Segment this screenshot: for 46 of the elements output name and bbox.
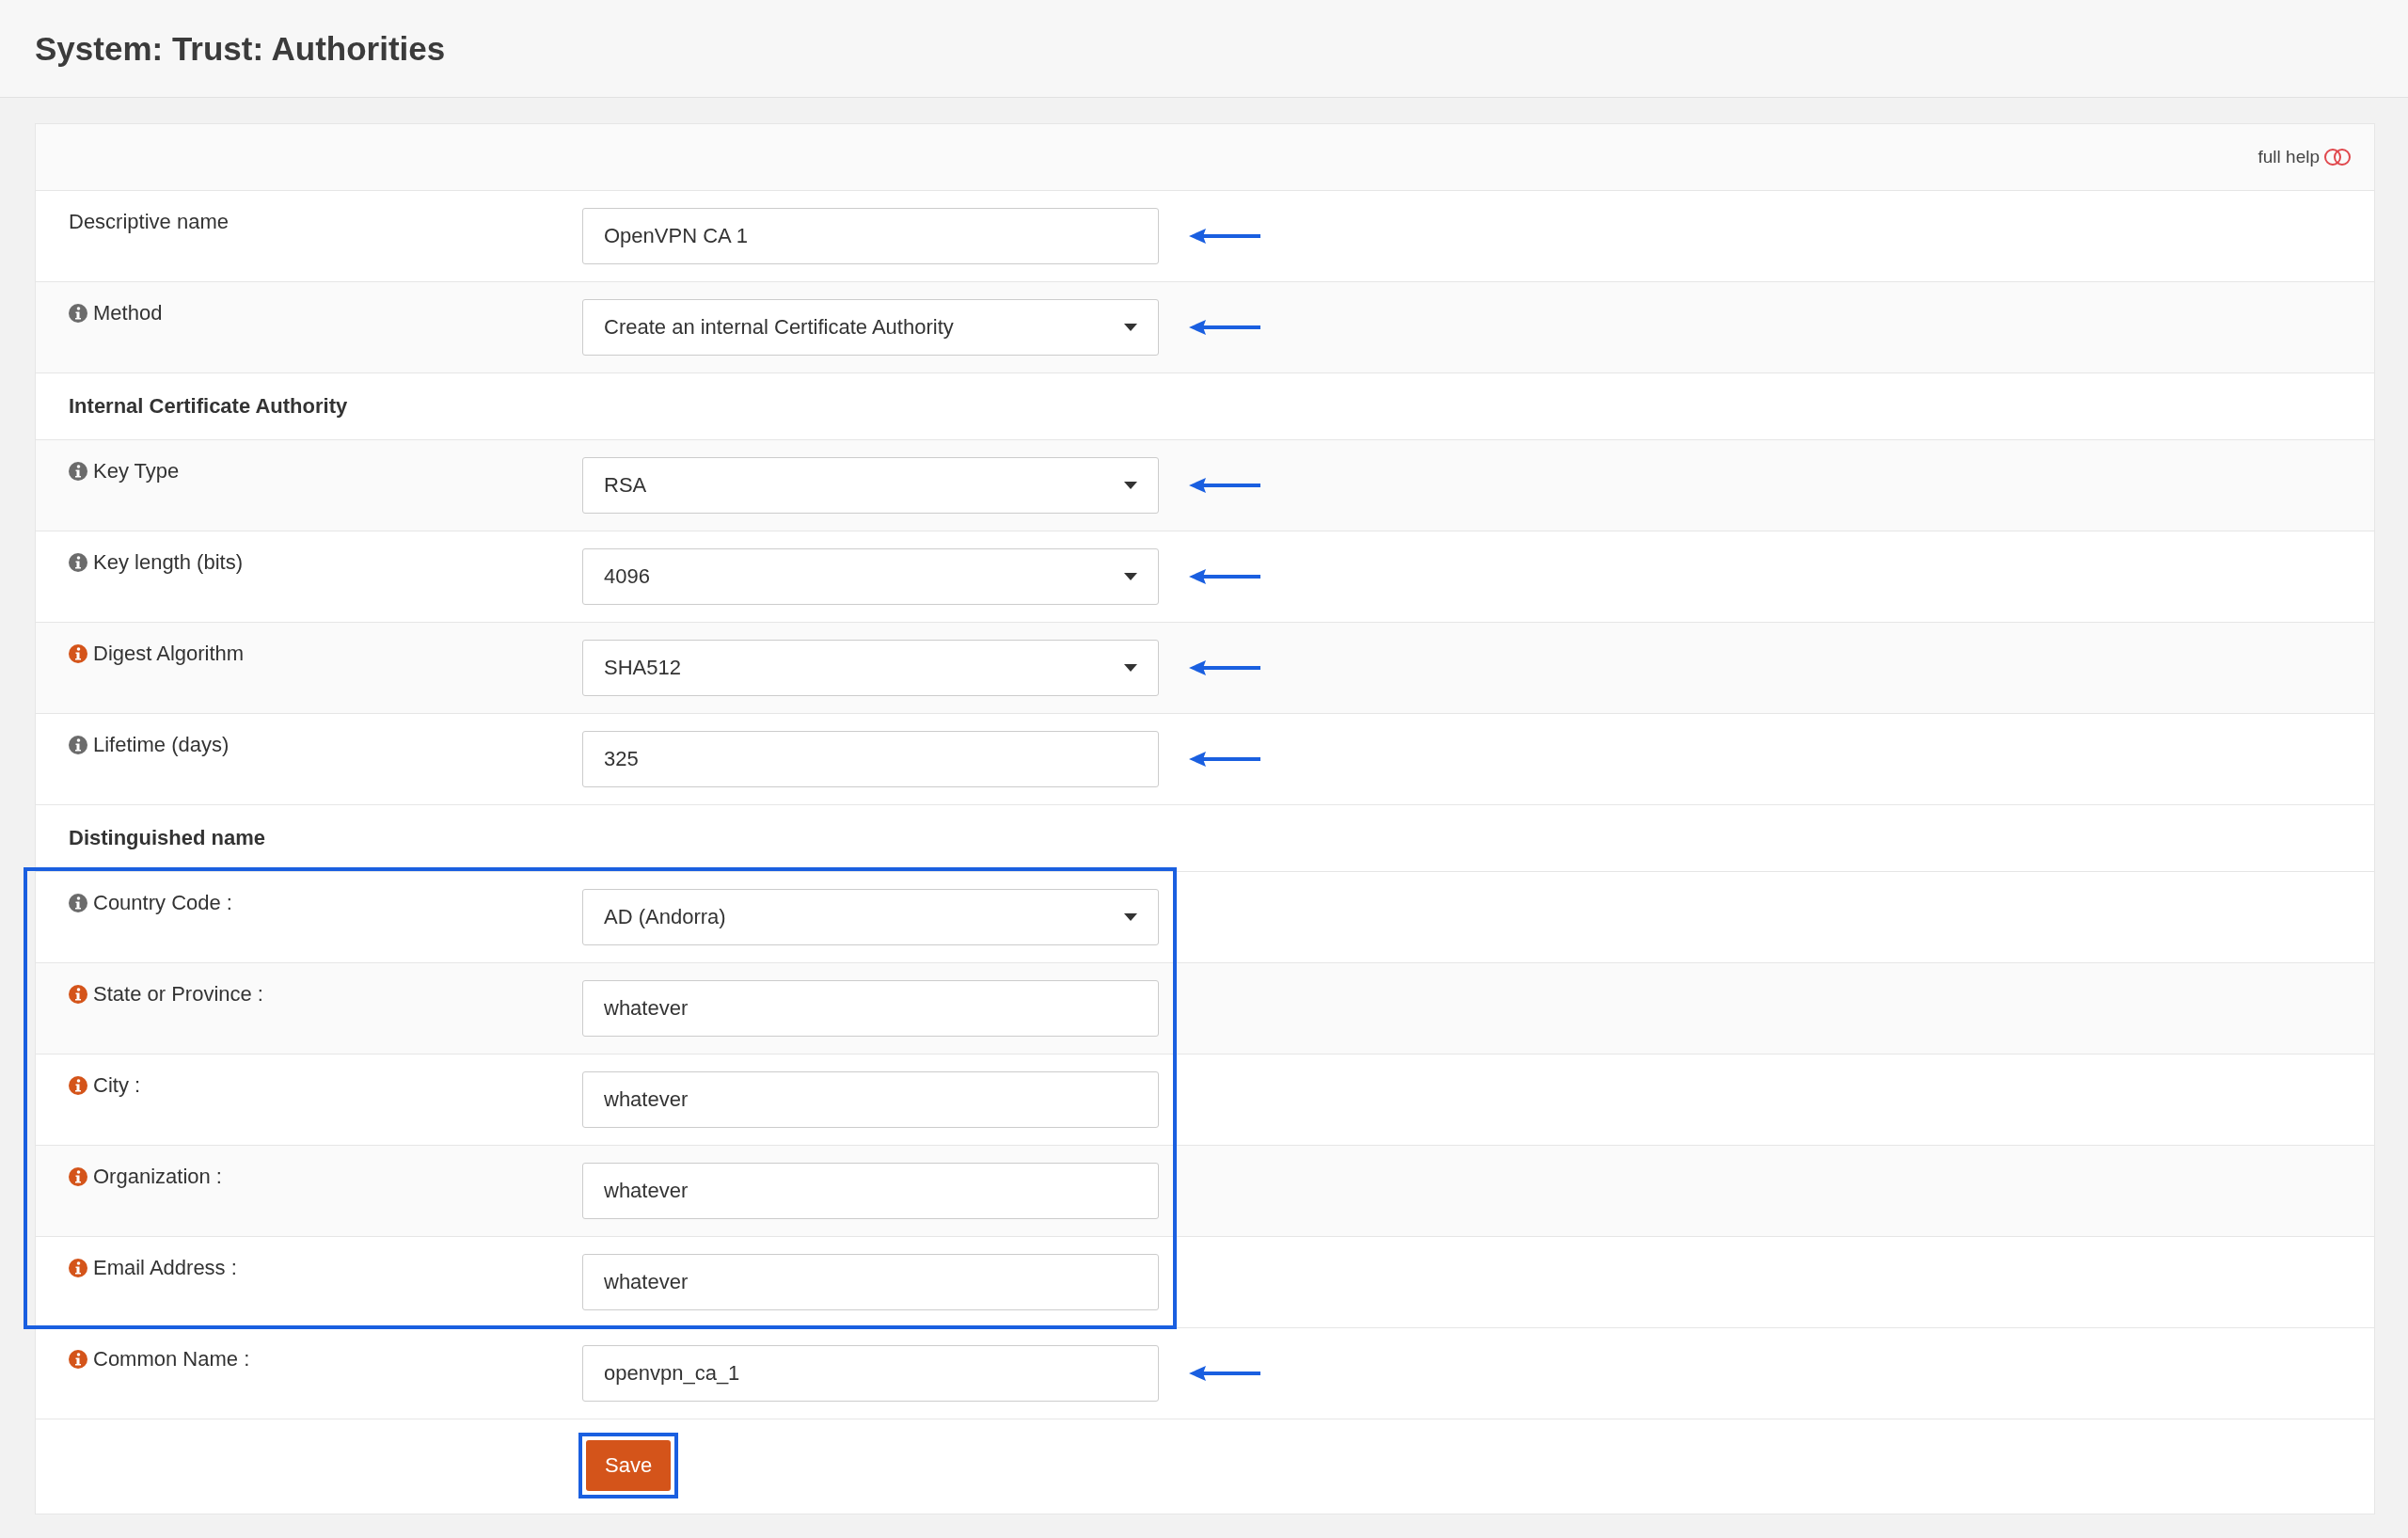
select-field[interactable]: AD (Andorra): [582, 889, 1159, 945]
caret-icon: [1124, 913, 1137, 921]
info-icon[interactable]: [69, 1167, 87, 1186]
select-field[interactable]: RSA: [582, 457, 1159, 514]
text-field[interactable]: whatever: [582, 1163, 1159, 1219]
section-heading: Internal Certificate Authority: [69, 394, 348, 419]
page-title: System: Trust: Authorities: [35, 29, 446, 68]
toggle-icon: [2323, 148, 2352, 166]
field-label: State or Province :: [93, 982, 263, 1007]
save-button[interactable]: Save: [586, 1440, 672, 1491]
info-icon[interactable]: [69, 304, 87, 323]
info-icon[interactable]: [69, 553, 87, 572]
field-label: Descriptive name: [69, 210, 229, 234]
caret-icon: [1124, 664, 1137, 672]
info-icon[interactable]: [69, 462, 87, 481]
text-field[interactable]: whatever: [582, 1254, 1159, 1310]
field-label: Country Code :: [93, 891, 232, 915]
caret-icon: [1124, 573, 1137, 580]
info-icon[interactable]: [69, 1350, 87, 1369]
info-icon[interactable]: [69, 985, 87, 1004]
info-icon[interactable]: [69, 736, 87, 754]
section-heading: Distinguished name: [69, 826, 266, 850]
select-field[interactable]: 4096: [582, 548, 1159, 605]
field-label: Digest Algorithm: [93, 642, 245, 666]
caret-icon: [1124, 482, 1137, 489]
field-label: Method: [93, 301, 163, 325]
full-help-toggle[interactable]: full help: [2258, 147, 2352, 167]
select-field[interactable]: Create an internal Certificate Authority: [582, 299, 1159, 356]
info-icon[interactable]: [69, 1259, 87, 1277]
field-label: Common Name :: [93, 1347, 250, 1372]
field-label: Lifetime (days): [93, 733, 230, 757]
field-label: Organization :: [93, 1165, 222, 1189]
caret-icon: [1124, 324, 1137, 331]
field-label: Email Address :: [93, 1256, 237, 1280]
text-field[interactable]: openvpn_ca_1: [582, 1345, 1159, 1402]
field-label: Key length (bits): [93, 550, 243, 575]
text-field[interactable]: whatever: [582, 1071, 1159, 1128]
text-field[interactable]: OpenVPN CA 1: [582, 208, 1159, 264]
info-icon[interactable]: [69, 1076, 87, 1095]
select-field[interactable]: SHA512: [582, 640, 1159, 696]
info-icon[interactable]: [69, 894, 87, 912]
text-field[interactable]: 325: [582, 731, 1159, 787]
field-label: Key Type: [93, 459, 180, 484]
text-field[interactable]: whatever: [582, 980, 1159, 1037]
field-label: City :: [93, 1073, 141, 1098]
info-icon[interactable]: [69, 644, 87, 663]
